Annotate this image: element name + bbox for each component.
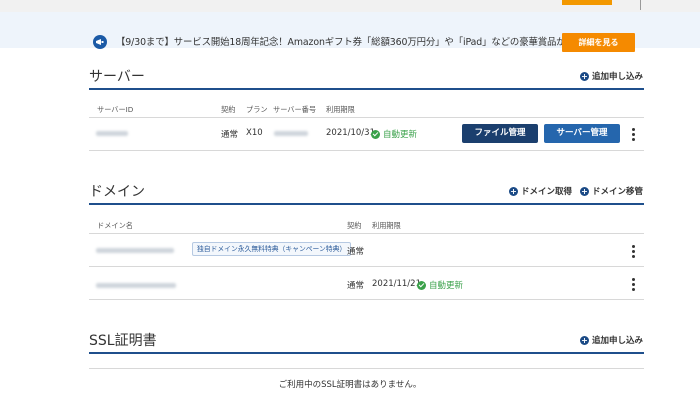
domain-name-redacted xyxy=(96,248,174,253)
server-header-plan: プラン xyxy=(246,105,268,114)
domain-more-icon[interactable] xyxy=(632,278,635,293)
server-more-icon[interactable] xyxy=(632,128,635,143)
top-strip-divider xyxy=(640,0,641,10)
domain-transfer-label: ドメイン移管 xyxy=(592,187,644,197)
domain-contract: 通常 xyxy=(347,281,365,291)
campaign-banner: 【9/30まで】サービス開始18周年記念！Amazonギフト券「総額360万円分… xyxy=(0,12,700,52)
domain-auto-renew-label: 自動更新 xyxy=(429,281,464,291)
file-manager-button[interactable]: ファイル管理 xyxy=(462,124,538,143)
banner-details-button[interactable]: 詳細を見る xyxy=(562,33,635,52)
server-header-id: サーバーID xyxy=(97,105,134,114)
server-header-divider xyxy=(89,117,644,118)
domain-header-divider xyxy=(89,233,644,234)
domain-row-divider xyxy=(89,266,644,267)
domain-row-divider xyxy=(89,299,644,300)
check-circle-icon xyxy=(417,280,426,290)
server-id-redacted xyxy=(96,131,128,136)
server-add-label: 追加申し込み xyxy=(592,72,644,82)
ssl-section-rule xyxy=(89,352,644,354)
domain-expiry: 2021/11/21 xyxy=(372,279,421,289)
ssl-empty-message: ご利用中のSSL証明書はありません。 xyxy=(278,380,422,390)
domain-acquire-label: ドメイン取得 xyxy=(521,187,573,197)
ssl-add-button[interactable]: + 追加申し込み xyxy=(580,334,643,346)
domain-auto-renew: 自動更新 xyxy=(417,279,463,291)
ssl-add-label: 追加申し込み xyxy=(592,336,644,346)
server-plan: X10 xyxy=(246,128,263,138)
server-auto-renew: 自動更新 xyxy=(371,128,417,140)
server-expiry: 2021/10/31 xyxy=(326,128,375,138)
domain-transfer-button[interactable]: + ドメイン移管 xyxy=(580,185,643,197)
domain-section-rule xyxy=(89,203,644,205)
ssl-divider xyxy=(89,368,644,369)
plus-icon: + xyxy=(580,71,589,81)
plus-icon: + xyxy=(580,335,589,345)
server-section-rule xyxy=(89,88,644,90)
domain-header-name: ドメイン名 xyxy=(97,221,133,230)
server-number-redacted xyxy=(274,131,308,136)
server-header-expiry: 利用期限 xyxy=(326,105,355,114)
server-add-button[interactable]: + 追加申し込み xyxy=(580,70,643,82)
domain-more-icon[interactable] xyxy=(632,245,635,260)
server-auto-renew-label: 自動更新 xyxy=(383,130,418,140)
server-header-contract: 契約 xyxy=(221,105,236,114)
domain-header-expiry: 利用期限 xyxy=(372,221,401,230)
free-domain-badge: 独自ドメイン永久無料特典（キャンペーン特典） xyxy=(192,242,352,256)
megaphone-icon xyxy=(93,35,107,49)
domain-header-contract: 契約 xyxy=(347,221,362,230)
server-section-title: サーバー xyxy=(89,69,145,85)
plus-icon: + xyxy=(580,186,589,196)
check-circle-icon xyxy=(371,129,380,139)
top-strip-accent xyxy=(562,0,612,5)
server-row-divider xyxy=(89,150,644,151)
domain-acquire-button[interactable]: + ドメイン取得 xyxy=(509,185,572,197)
banner-text: 【9/30まで】サービス開始18周年記念！Amazonギフト券「総額360万円分… xyxy=(116,37,631,48)
plus-icon: + xyxy=(509,186,518,196)
domain-section-title: ドメイン xyxy=(89,184,145,200)
server-header-number: サーバー番号 xyxy=(273,105,317,114)
ssl-section-title: SSL証明書 xyxy=(89,333,157,349)
domain-name-redacted xyxy=(96,283,176,288)
domain-contract: 通常 xyxy=(347,247,365,257)
server-manager-button[interactable]: サーバー管理 xyxy=(544,124,620,143)
server-contract: 通常 xyxy=(221,130,239,140)
